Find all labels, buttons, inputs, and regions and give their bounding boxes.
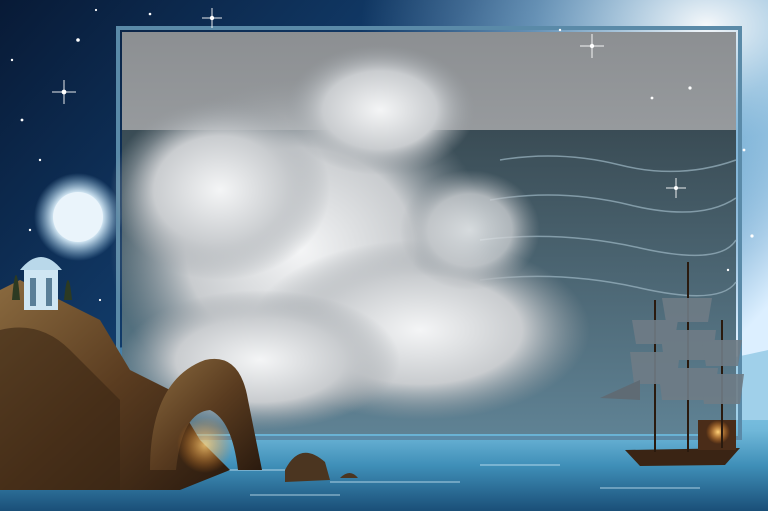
fantasy-seascape-collage [0, 0, 768, 511]
arch-firelight [177, 417, 233, 473]
ship-hull [625, 448, 740, 466]
moon [53, 192, 103, 242]
gazebo [20, 257, 62, 310]
ship-lantern [706, 420, 730, 444]
